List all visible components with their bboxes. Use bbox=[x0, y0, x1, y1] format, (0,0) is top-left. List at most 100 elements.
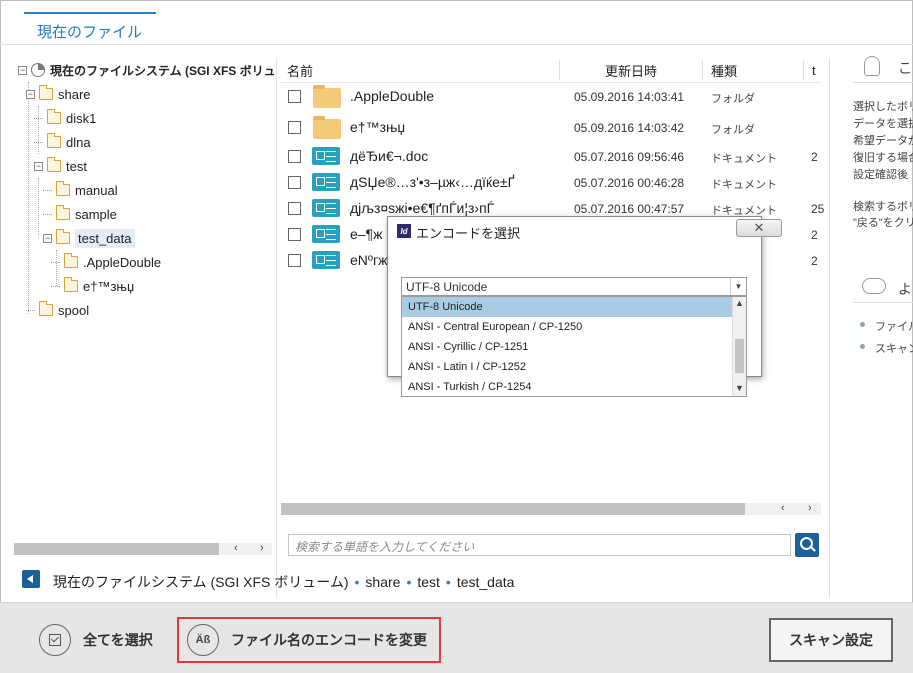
checkbox-icon bbox=[39, 624, 71, 656]
chevron-down-icon[interactable]: ▼ bbox=[730, 278, 746, 295]
scroll-right-icon[interactable]: › bbox=[808, 502, 812, 514]
tree-node-disk1[interactable]: disk1 bbox=[34, 107, 96, 129]
chevron-down-icon[interactable]: ▼ bbox=[735, 383, 744, 393]
column-separator bbox=[803, 60, 804, 80]
scan-settings-button[interactable]: スキャン設定 bbox=[769, 618, 893, 662]
document-icon bbox=[312, 173, 340, 191]
divider bbox=[853, 82, 913, 83]
table-row[interactable]: .AppleDouble 05.09.2016 14:03:41 フォルダ bbox=[281, 84, 826, 110]
folder-icon bbox=[55, 229, 70, 244]
row-checkbox[interactable] bbox=[288, 228, 301, 241]
tip-text: ファイルネ bbox=[875, 321, 913, 333]
tree-node-etm[interactable]: e†™зњџ bbox=[51, 275, 134, 297]
chevron-up-icon[interactable]: ▲ bbox=[735, 298, 744, 308]
folder-icon bbox=[38, 85, 53, 100]
table-row[interactable]: дёЂи€¬.doc 05.07.2016 09:56:46 ドキュメント 2 bbox=[281, 144, 826, 170]
search-input[interactable]: 検索する単語を入力してください bbox=[288, 534, 791, 556]
encoding-icon: Äß bbox=[187, 624, 219, 656]
options-scrollbar[interactable]: ▲ ▼ bbox=[732, 297, 746, 396]
folder-icon bbox=[46, 109, 61, 124]
row-checkbox[interactable] bbox=[288, 150, 301, 163]
help-text: データを選択 bbox=[853, 118, 913, 130]
help-text: 復旧する場合 bbox=[853, 152, 913, 164]
tree-node-spool[interactable]: spool bbox=[26, 299, 89, 321]
tab-current-files[interactable]: 現在のファイル bbox=[24, 12, 156, 42]
dialog-title: エンコードを選択 bbox=[416, 226, 521, 241]
divider bbox=[853, 302, 913, 303]
tree-node-sample[interactable]: sample bbox=[43, 203, 117, 225]
speech-bubble-icon bbox=[862, 278, 886, 294]
back-button[interactable] bbox=[22, 570, 40, 588]
help-text: 設定確認後 bbox=[853, 169, 908, 181]
list-item[interactable]: ANSI - Latin I / CP-1252 bbox=[402, 357, 746, 377]
scrollbar-thumb[interactable] bbox=[14, 543, 219, 555]
list-item[interactable]: ANSI - Cyrillic / CP-1251 bbox=[402, 337, 746, 357]
tree-node-test-data[interactable]: − test_data bbox=[43, 227, 135, 249]
column-header-size[interactable]: t bbox=[812, 58, 816, 82]
row-checkbox[interactable] bbox=[288, 90, 301, 103]
help-text: 希望データが bbox=[853, 135, 913, 147]
disk-icon bbox=[31, 63, 45, 77]
row-checkbox[interactable] bbox=[288, 176, 301, 189]
scrollbar-thumb[interactable] bbox=[735, 339, 744, 373]
folder-icon bbox=[313, 116, 341, 139]
folder-tree: − 現在のファイルシステム (SGI XFS ボリューム − share dis… bbox=[14, 58, 274, 538]
folder-icon bbox=[63, 277, 78, 292]
column-header-name[interactable]: 名前 bbox=[287, 58, 313, 82]
encoding-options-list: UTF-8 Unicode ANSI - Central European / … bbox=[401, 296, 747, 397]
folder-icon bbox=[63, 253, 78, 268]
column-header-type[interactable]: 種類 bbox=[711, 58, 737, 82]
tree-node-share[interactable]: − share bbox=[26, 83, 91, 105]
column-header-date[interactable]: 更新日時 bbox=[605, 58, 657, 82]
tree-node-appledouble[interactable]: .AppleDouble bbox=[51, 251, 161, 273]
collapse-icon[interactable]: − bbox=[18, 65, 27, 75]
dialog-titlebar[interactable]: Id エンコードを選択 bbox=[388, 217, 761, 245]
row-checkbox[interactable] bbox=[288, 254, 301, 267]
encoding-select[interactable]: UTF-8 Unicode ▼ bbox=[401, 277, 747, 296]
tree-node-test[interactable]: − test bbox=[34, 155, 87, 177]
scrollbar-thumb[interactable] bbox=[281, 503, 745, 515]
breadcrumb-item[interactable]: test bbox=[417, 574, 440, 590]
breadcrumb: 現在のファイルシステム (SGI XFS ボリューム) • share • test • t… bbox=[53, 574, 515, 590]
collapse-icon[interactable]: − bbox=[43, 233, 52, 243]
collapse-icon[interactable]: − bbox=[34, 161, 43, 171]
search-button[interactable] bbox=[795, 533, 819, 557]
close-icon[interactable]: ✕ bbox=[736, 219, 782, 237]
tree-horizontal-scrollbar[interactable]: ‹ › bbox=[14, 542, 272, 555]
breadcrumb-item[interactable]: share bbox=[365, 574, 400, 590]
help-heading: こ bbox=[898, 60, 912, 76]
bullet-icon bbox=[860, 344, 865, 349]
breadcrumb-item[interactable]: test_data bbox=[457, 574, 515, 590]
help-text: "戻る"をクリッ bbox=[853, 217, 913, 229]
tree-node-manual[interactable]: manual bbox=[43, 179, 118, 201]
scroll-right-icon[interactable]: › bbox=[260, 542, 264, 554]
collapse-icon[interactable]: − bbox=[26, 89, 35, 99]
tips-heading: よ bbox=[898, 281, 912, 297]
tree-node-dlna[interactable]: dlna bbox=[34, 131, 91, 153]
tree-guide bbox=[38, 178, 39, 238]
table-row[interactable]: дЅЏе®…з'•з–µж‹…дїќе±Ґ 05.07.2016 00:46:2… bbox=[281, 170, 826, 196]
scroll-left-icon[interactable]: ‹ bbox=[781, 502, 785, 514]
app-icon: Id bbox=[397, 224, 411, 238]
breadcrumb-item[interactable]: 現在のファイルシステム (SGI XFS ボリューム) bbox=[53, 574, 349, 590]
row-checkbox[interactable] bbox=[288, 202, 301, 215]
list-item[interactable]: UTF-8 Unicode bbox=[402, 297, 746, 317]
change-encoding-button[interactable]: Äß ファイル名のエンコードを変更 bbox=[187, 624, 427, 656]
folder-icon bbox=[38, 301, 53, 316]
document-icon bbox=[312, 199, 340, 217]
divider bbox=[0, 44, 913, 45]
pane-divider bbox=[276, 58, 277, 598]
help-text: 検索するボリ bbox=[853, 201, 913, 213]
document-icon bbox=[312, 225, 340, 243]
document-icon bbox=[312, 251, 340, 269]
row-checkbox[interactable] bbox=[288, 121, 301, 134]
table-row[interactable]: e†™зњџ 05.09.2016 14:03:42 フォルダ bbox=[281, 115, 826, 141]
list-item[interactable]: ANSI - Turkish / CP-1254 bbox=[402, 377, 746, 396]
list-horizontal-scrollbar[interactable]: ‹ › bbox=[281, 502, 821, 515]
folder-icon bbox=[46, 133, 61, 148]
pane-divider bbox=[829, 58, 830, 598]
list-item[interactable]: ANSI - Central European / CP-1250 bbox=[402, 317, 746, 337]
tree-node-root[interactable]: − 現在のファイルシステム (SGI XFS ボリューム bbox=[18, 59, 274, 81]
scroll-left-icon[interactable]: ‹ bbox=[234, 542, 238, 554]
select-all-button[interactable]: 全てを選択 bbox=[39, 624, 153, 656]
